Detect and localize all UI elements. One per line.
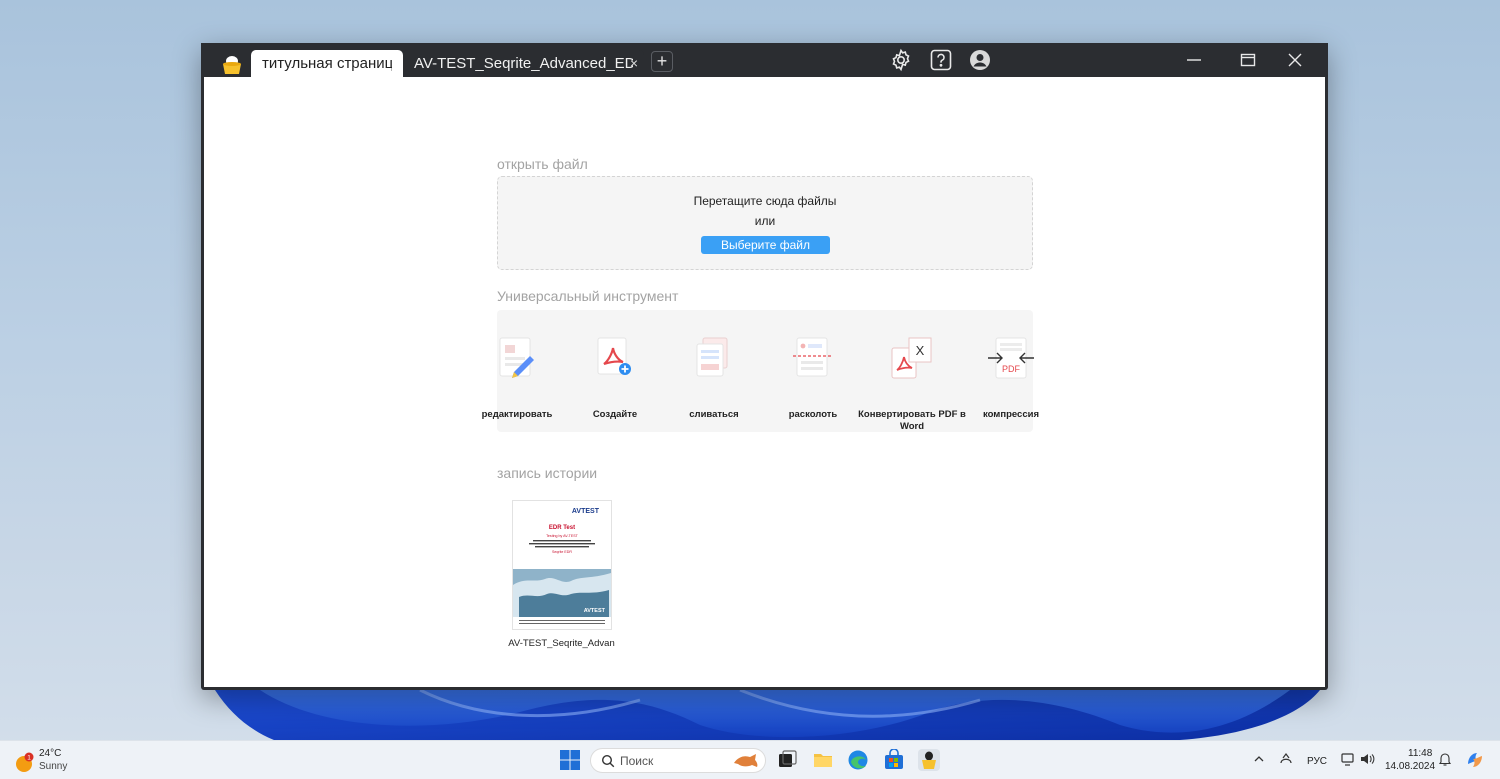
thumb-product: Seqrite EDR <box>552 550 572 554</box>
sun-icon: 1 <box>16 752 34 772</box>
weather-widget[interactable]: 1 24°C Sunny <box>14 748 84 776</box>
search-icon <box>601 754 615 768</box>
compress-pdf-icon: PDF <box>986 334 1036 384</box>
edit-pen-icon <box>492 334 542 384</box>
thumb-footer-brand: AVTEST <box>584 608 606 614</box>
file-explorer-icon[interactable] <box>812 749 834 771</box>
tool-merge-label: сливаться <box>689 409 739 420</box>
split-icon <box>788 334 838 384</box>
edge-browser-icon[interactable] <box>847 749 869 771</box>
create-pdf-icon <box>590 334 640 384</box>
gear-icon[interactable] <box>889 48 913 72</box>
app-window: титульная страница AV-TEST_Seqrite_Advan… <box>201 43 1328 690</box>
chevron-up-icon[interactable] <box>1251 751 1267 767</box>
tool-edit[interactable]: редактировать <box>472 328 562 420</box>
tool-edit-label: редактировать <box>481 409 553 420</box>
windows-start-icon[interactable] <box>559 749 581 771</box>
tool-compress-label: компрессия <box>983 409 1039 420</box>
app-logo-icon <box>219 53 245 75</box>
tab-document-label: AV-TEST_Seqrite_Advanced_EDR… <box>414 55 633 72</box>
tools-panel: редактировать Создайте сливаться расколо… <box>482 310 1039 432</box>
close-icon[interactable] <box>1272 47 1318 73</box>
tool-split[interactable]: расколоть <box>768 328 858 420</box>
account-icon[interactable] <box>968 48 992 72</box>
language-indicator[interactable]: РУС <box>1307 756 1327 767</box>
store-icon[interactable] <box>883 748 905 771</box>
taskbar: 1 24°C Sunny Поиск РУС 11:48 14.08.2024 <box>0 740 1500 779</box>
help-icon[interactable] <box>929 48 953 72</box>
tools-heading: Универсальный инструмент <box>497 288 679 304</box>
or-text: или <box>754 214 776 228</box>
network-icon[interactable] <box>1340 751 1356 767</box>
weather-badge: 1 <box>27 755 31 762</box>
open-file-heading: открыть файл <box>497 156 588 172</box>
tool-pdf-to-word-label: Конвертировать PDF в Word <box>858 409 966 432</box>
taskbar-search[interactable]: Поиск <box>590 748 766 773</box>
notification-bell-icon[interactable] <box>1437 751 1453 767</box>
thumb-title: EDR Test <box>549 525 575 531</box>
close-tab-icon[interactable]: × <box>628 56 640 70</box>
weather-temp: 24°C <box>39 748 62 759</box>
search-highlight-icon <box>734 754 758 767</box>
document-thumbnail: AVTEST EDR Test Testing by AV-TEST Seqri… <box>512 500 612 630</box>
tool-create-label: Создайте <box>592 409 638 420</box>
tool-pdf-to-word[interactable]: X Конвертировать PDF в Word <box>858 328 966 432</box>
pdf-app-taskbar-icon[interactable] <box>918 749 940 771</box>
search-placeholder: Поиск <box>620 754 654 768</box>
task-view-icon[interactable] <box>776 749 798 771</box>
drop-files-text: Перетащите сюда файлы <box>693 194 837 208</box>
maximize-icon[interactable] <box>1225 47 1271 73</box>
svg-text:PDF: PDF <box>1002 364 1021 374</box>
weather-desc: Sunny <box>39 761 68 772</box>
title-bar: титульная страница AV-TEST_Seqrite_Advan… <box>201 43 1328 77</box>
thumb-brand: AVTEST <box>572 508 600 515</box>
thumb-subtitle: Testing by AV-TEST <box>546 534 578 538</box>
svg-text:X: X <box>916 343 925 358</box>
tab-document[interactable]: AV-TEST_Seqrite_Advanced_EDR… × <box>403 50 644 77</box>
home-content: открыть файл Перетащите сюда файлы или В… <box>204 77 1325 687</box>
tool-create[interactable]: Создайте <box>570 328 660 420</box>
tool-split-label: расколоть <box>788 409 838 420</box>
history-document-name[interactable]: AV-TEST_Seqrite_Advan <box>494 638 629 649</box>
copilot-icon[interactable] <box>1465 750 1485 770</box>
new-tab-button[interactable]: + <box>651 51 673 72</box>
clock-date[interactable]: 14.08.2024 <box>1385 761 1435 772</box>
choose-file-button[interactable]: Выберите файл <box>701 236 830 254</box>
pdf-to-word-icon: X <box>887 334 937 384</box>
file-dropzone[interactable]: Перетащите сюда файлы или Выберите файл <box>497 176 1033 270</box>
tab-home[interactable]: титульная страница <box>251 50 403 77</box>
tab-home-label: титульная страница <box>262 55 392 72</box>
minimize-icon[interactable] <box>1171 47 1217 73</box>
tool-compress[interactable]: PDF компрессия <box>966 328 1056 420</box>
clock-time[interactable]: 11:48 <box>1408 748 1432 759</box>
input-method-icon[interactable] <box>1278 751 1294 767</box>
tool-merge[interactable]: сливаться <box>669 328 759 420</box>
history-heading: запись истории <box>497 465 598 481</box>
history-document[interactable]: AVTEST EDR Test Testing by AV-TEST Seqri… <box>512 500 612 632</box>
merge-icon <box>689 334 739 384</box>
volume-icon[interactable] <box>1359 751 1375 767</box>
